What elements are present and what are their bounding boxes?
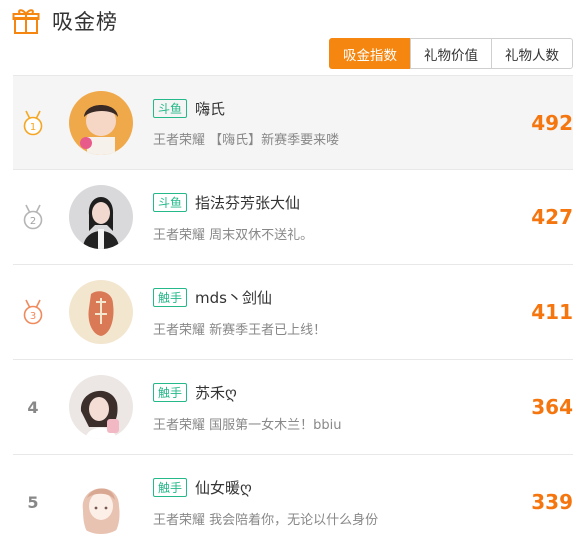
score: 411 [531,300,573,324]
tab-gold-index[interactable]: 吸金指数 [329,38,411,69]
score: 364 [531,395,573,419]
streamer-name[interactable]: 嗨氏 [195,98,225,119]
avatar[interactable] [69,185,133,249]
streamer-info: 触手 仙女暖ღ 王者荣耀 我会陪着你，无论以什么身份 [153,477,378,528]
streamer-name[interactable]: 仙女暖ღ [195,477,252,498]
platform-badge: 斗鱼 [153,98,188,118]
svg-text:3: 3 [30,311,36,322]
streamer-info: 触手 苏禾ღ 王者荣耀 国服第一女木兰！bbiu [153,382,342,433]
stream-description: 王者荣耀 国服第一女木兰！bbiu [153,417,342,433]
header: 吸金榜 [12,6,118,36]
rank-number: 5 [13,487,53,517]
list-item[interactable]: 3 触手 mds丶剑仙 王者荣耀 新赛季王者已上线！ 411 [13,265,573,360]
avatar[interactable] [69,375,133,439]
streamer-info: 斗鱼 指法芬芳张大仙 王者荣耀 周末双休不送礼。 [153,192,313,243]
svg-text:1: 1 [30,122,36,133]
gift-icon [12,9,40,34]
score: 339 [531,490,573,514]
stream-description: 王者荣耀 周末双休不送礼。 [153,227,314,243]
stream-description: 王者荣耀 我会陪着你，无论以什么身份 [153,512,379,528]
stream-description: 王者荣耀 【嗨氏】新赛季要来喽 [153,133,340,148]
list-item[interactable]: 1 斗鱼 嗨氏 王者荣耀 【嗨氏】新赛季要来喽 492 [13,75,573,170]
platform-badge: 触手 [153,478,188,497]
rank-medal: 3 [13,297,53,327]
avatar[interactable] [69,90,133,155]
gold-medal-icon: 1 [23,110,43,135]
score: 492 [531,110,573,135]
platform-badge: 触手 [153,288,188,307]
rank-label: 5 [27,492,39,512]
rank-number: 4 [13,392,53,422]
streamer-name[interactable]: 苏禾ღ [195,382,237,403]
svg-text:2: 2 [30,216,36,227]
silver-medal-icon: 2 [23,204,43,230]
avatar[interactable] [69,470,133,534]
streamer-info: 触手 mds丶剑仙 王者荣耀 新赛季王者已上线！ [153,287,326,338]
avatar[interactable] [69,280,133,344]
rank-medal: 2 [13,202,53,232]
list-item[interactable]: 2 斗鱼 指法芬芳张大仙 王者荣耀 周末双休不送礼。 427 [13,170,573,265]
list-item[interactable]: 5 触手 仙女暖ღ 王者荣耀 我会陪着你，无论以什么身份 339 [13,455,573,549]
page-title: 吸金榜 [52,10,118,34]
list-item[interactable]: 4 触手 苏禾ღ 王者荣耀 国服第一女木兰！bbiu 364 [13,360,573,455]
tab-gift-count[interactable]: 礼物人数 [491,38,573,69]
rank-medal: 1 [13,108,53,138]
rank-label: 4 [27,397,39,417]
streamer-name[interactable]: mds丶剑仙 [195,287,272,308]
platform-badge: 斗鱼 [153,193,188,212]
platform-badge: 触手 [153,383,188,402]
streamer-name[interactable]: 指法芬芳张大仙 [195,192,300,213]
stream-description: 王者荣耀 新赛季王者已上线！ [153,322,327,338]
bronze-medal-icon: 3 [23,299,43,325]
ranking-tabs: 吸金指数 礼物价值 礼物人数 [329,38,573,69]
score: 427 [531,205,573,229]
ranking-list: 1 斗鱼 嗨氏 王者荣耀 【嗨氏】新赛季要来喽 492 2 斗鱼 指法芬芳张大仙… [13,75,573,549]
tab-gift-value[interactable]: 礼物价值 [410,38,492,69]
streamer-info: 斗鱼 嗨氏 王者荣耀 【嗨氏】新赛季要来喽 [153,97,339,148]
